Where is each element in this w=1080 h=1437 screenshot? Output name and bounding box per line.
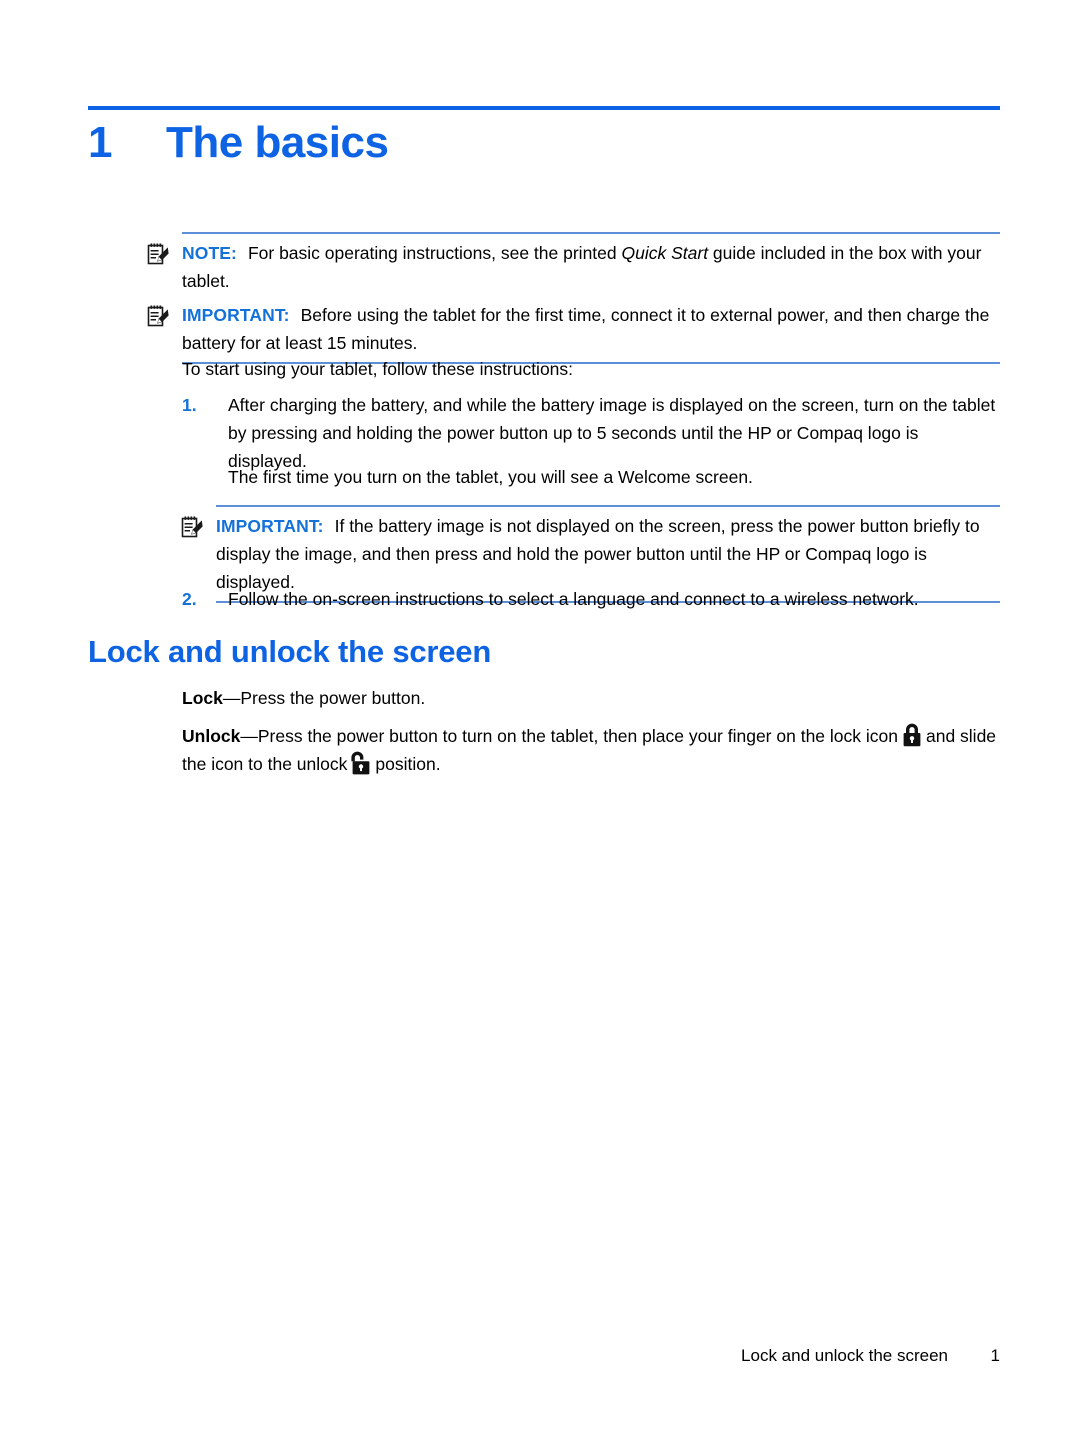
chapter-heading: 1 The basics [88, 118, 1000, 180]
page-footer: Lock and unlock the screen 1 [88, 1346, 1000, 1370]
step-1-number: 1. [182, 395, 197, 415]
note-pencil-icon [180, 515, 204, 539]
note-body: NOTE: For basic operating instructions, s… [147, 232, 1000, 302]
footer-page-number: 1 [990, 1346, 1000, 1365]
note-label: NOTE: [182, 243, 237, 263]
unlock-description-part-1: —Press the power button to turn on the t… [240, 726, 898, 746]
lock-term: Lock [182, 688, 223, 708]
step-2-text: Follow the on-screen instructions to sel… [228, 589, 919, 609]
note-text-before: For basic operating instructions, see th… [247, 243, 622, 263]
unlock-term: Unlock [182, 726, 241, 746]
padlock-open-icon [350, 750, 372, 776]
padlock-closed-icon [901, 722, 923, 748]
lock-description: —Press the power button. [222, 688, 426, 708]
note-pencil-icon [146, 304, 170, 328]
lock-paragraph: Lock—Press the power button. [182, 684, 1000, 712]
important-1-label: IMPORTANT: [182, 305, 290, 325]
important-2-text: If the battery image is not displayed on… [216, 516, 980, 592]
page-title: The basics [166, 118, 389, 167]
note-italic-text: Quick Start [621, 243, 709, 263]
important-admonition-1: IMPORTANT: Before using the tablet for th… [147, 294, 1000, 364]
document-page: 1 The basics NOTE: For basic operating i… [0, 0, 1080, 1437]
footer-section-title: Lock and unlock the screen [741, 1346, 948, 1365]
important-2-label: IMPORTANT: [216, 516, 324, 536]
unlock-description-part-3: position. [375, 754, 441, 774]
chapter-number: 1 [88, 118, 112, 167]
section-heading-lock-unlock: Lock and unlock the screen [88, 634, 492, 669]
note-admonition: NOTE: For basic operating instructions, s… [147, 232, 1000, 302]
important-1-body: IMPORTANT: Before using the tablet for th… [147, 294, 1000, 364]
step-list-item-2: 2. Follow the on-screen instructions to … [182, 585, 1000, 613]
important-1-text: Before using the tablet for the first ti… [182, 305, 990, 353]
intro-lead-in: To start using your tablet, follow these… [182, 359, 574, 379]
note-pencil-icon [146, 242, 170, 266]
unlock-paragraph: Unlock—Press the power button to turn on… [182, 722, 1000, 778]
step-2-number: 2. [182, 589, 197, 609]
step-1-followup: The first time you turn on the tablet, y… [228, 467, 753, 487]
chapter-rule [88, 106, 1000, 110]
